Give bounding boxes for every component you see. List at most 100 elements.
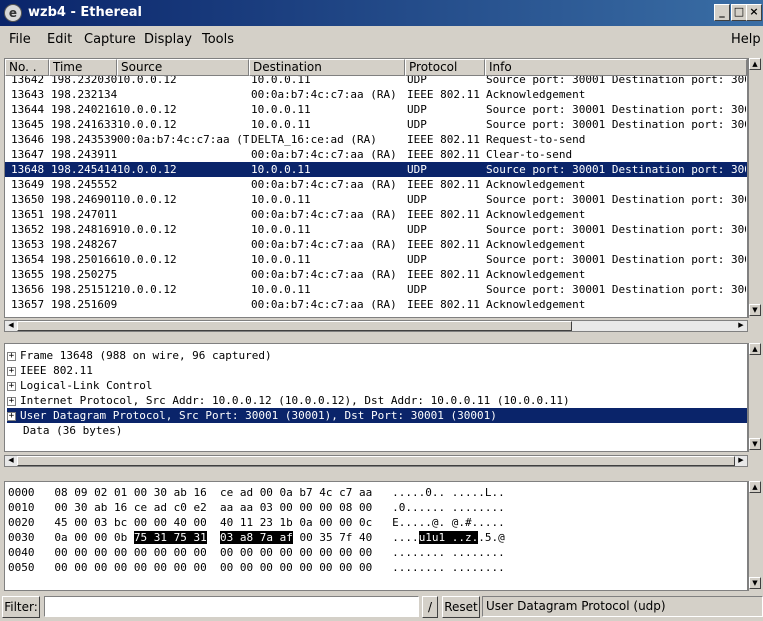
hex-line[interactable]: 0050 00 00 00 00 00 00 00 00 00 00 00 00…	[8, 560, 505, 575]
packet-row[interactable]: 13652 198.248169 10.0.0.12 10.0.0.11 UDP Sour…	[5, 222, 747, 237]
detail-tree-item[interactable]: + IEEE 802.11	[7, 363, 93, 378]
cell-time: 198.250275	[51, 268, 117, 281]
close-button[interactable]: ×	[746, 4, 762, 21]
scroll-left-arrow-icon[interactable]: ◀	[5, 320, 17, 332]
scroll-up-arrow-icon[interactable]: ▲	[749, 343, 761, 355]
packet-row[interactable]: 13642 198.232030 10.0.0.12 10.0.0.11 UDP Sour…	[5, 76, 747, 87]
detail-tree-item[interactable]: Data (36 bytes)	[7, 423, 122, 438]
packet-row[interactable]: 13651 198.247011 00:0a:b7:4c:c7:aa (RA) IEE…	[5, 207, 747, 222]
menu-tools[interactable]: Tools	[202, 32, 234, 47]
cell-proto: IEEE 802.11	[407, 148, 480, 161]
hex-line[interactable]: 0030 0a 00 00 0b 75 31 75 31 03 a8 7a af…	[8, 530, 505, 545]
hscroll-thumb[interactable]	[17, 456, 735, 466]
scroll-up-arrow-icon[interactable]: ▲	[749, 58, 761, 70]
filter-apply-button[interactable]: /	[422, 596, 438, 618]
hex-line[interactable]: 0040 00 00 00 00 00 00 00 00 00 00 00 00…	[8, 545, 505, 560]
detail-tree-item[interactable]: + Logical-Link Control	[7, 378, 152, 393]
hscroll-thumb[interactable]	[17, 321, 572, 331]
cell-dst: 00:0a:b7:4c:c7:aa (RA)	[251, 238, 397, 251]
packet-row[interactable]: 13646 198.243539 00:0a:b7:4c:c7:aa (TA DELT…	[5, 132, 747, 147]
hex-ascii: .5.@	[478, 531, 505, 544]
packet-row[interactable]: 13649 198.245552 00:0a:b7:4c:c7:aa (RA) IEE…	[5, 177, 747, 192]
maximize-button[interactable]: □	[731, 4, 747, 21]
reset-button[interactable]: Reset	[442, 596, 480, 618]
packet-list-hscrollbar[interactable]: ◀ ▶	[4, 320, 748, 332]
cell-dst: 00:0a:b7:4c:c7:aa (RA)	[251, 178, 397, 191]
packet-list-vscrollbar[interactable]: ▲ ▼	[748, 58, 761, 318]
cell-info: Acknowledgement	[486, 178, 586, 191]
packet-row[interactable]: 13654 198.250166 10.0.0.12 10.0.0.11 UDP Sour…	[5, 252, 747, 267]
hex-bytes: 08 09 02 01 00 30 ab 16	[54, 486, 207, 499]
menu-edit[interactable]: Edit	[47, 32, 72, 47]
column-source[interactable]: Source	[117, 59, 249, 76]
column-time[interactable]: Time	[49, 59, 117, 76]
expand-plus-icon[interactable]: +	[7, 381, 16, 391]
scroll-right-arrow-icon[interactable]: ▶	[735, 320, 747, 332]
packet-row[interactable]: 13650 198.246901 10.0.0.12 10.0.0.11 UDP Sour…	[5, 192, 747, 207]
cell-proto: UDP	[407, 223, 427, 236]
cell-dst: 10.0.0.11	[251, 223, 311, 236]
column-destination[interactable]: Destination	[249, 59, 405, 76]
filter-label-button[interactable]: Filter:	[2, 596, 40, 618]
details-hscrollbar[interactable]: ◀ ▶	[4, 455, 748, 467]
cell-proto: UDP	[407, 193, 427, 206]
packet-row[interactable]: 13644 198.240216 10.0.0.12 10.0.0.11 UDP Sour…	[5, 102, 747, 117]
packet-row[interactable]: 13656 198.251512 10.0.0.12 10.0.0.11 UDP Sour…	[5, 282, 747, 297]
hex-line[interactable]: 0000 08 09 02 01 00 30 ab 16 ce ad 00 0a…	[8, 485, 505, 500]
scroll-up-arrow-icon[interactable]: ▲	[749, 481, 761, 493]
scroll-down-arrow-icon[interactable]: ▼	[749, 438, 761, 450]
menu-capture[interactable]: Capture	[84, 32, 136, 47]
column-no[interactable]: No. .	[5, 59, 49, 76]
cell-info: Source port: 30001 Destination port: 300…	[486, 103, 746, 116]
expand-plus-icon[interactable]: +	[7, 351, 16, 361]
expand-plus-icon[interactable]: +	[7, 396, 16, 406]
scroll-left-arrow-icon[interactable]: ◀	[5, 455, 17, 467]
cell-time: 198.245552	[51, 178, 117, 191]
cell-src: 10.0.0.12	[117, 76, 177, 86]
cell-no: 13654	[11, 253, 45, 266]
detail-tree-item[interactable]: + Internet Protocol, Src Addr: 10.0.0.12 …	[7, 393, 570, 408]
filter-input[interactable]	[44, 596, 419, 617]
cell-no: 13650	[11, 193, 45, 206]
status-bar: User Datagram Protocol (udp)	[482, 596, 763, 617]
detail-text: IEEE 802.11	[20, 364, 93, 377]
column-info[interactable]: Info	[485, 59, 747, 76]
minimize-button[interactable]: _	[714, 4, 730, 21]
packet-row[interactable]: 13657 198.251609 00:0a:b7:4c:c7:aa (RA) IEE…	[5, 297, 747, 312]
packet-row[interactable]: 13655 198.250275 00:0a:b7:4c:c7:aa (RA) IEE…	[5, 267, 747, 282]
hex-ascii-highlighted: u1u1 ..z.	[418, 531, 479, 544]
column-protocol[interactable]: Protocol	[405, 59, 485, 76]
packet-row[interactable]: 13647 198.243911 00:0a:b7:4c:c7:aa (RA) IEE…	[5, 147, 747, 162]
scroll-down-arrow-icon[interactable]: ▼	[749, 577, 761, 589]
packet-rows: 13642 198.232030 10.0.0.12 10.0.0.11 UDP Sour…	[5, 76, 747, 317]
detail-tree-item[interactable]: + User Datagram Protocol, Src Port: 30001…	[7, 408, 747, 423]
expand-plus-icon[interactable]: +	[7, 411, 16, 421]
detail-text: User Datagram Protocol, Src Port: 30001 …	[20, 409, 497, 422]
cell-time: 198.243539	[51, 133, 117, 146]
cell-time: 198.247011	[51, 208, 117, 221]
packet-row[interactable]: 13645 198.241633 10.0.0.12 10.0.0.11 UDP Sour…	[5, 117, 747, 132]
hex-line[interactable]: 0020 45 00 03 bc 00 00 40 00 40 11 23 1b…	[8, 515, 505, 530]
menu-display[interactable]: Display	[144, 32, 192, 47]
scroll-right-arrow-icon[interactable]: ▶	[735, 455, 747, 467]
packet-row[interactable]: 13653 198.248267 00:0a:b7:4c:c7:aa (RA) IEE…	[5, 237, 747, 252]
hex-line[interactable]: 0010 00 30 ab 16 ce ad c0 e2 aa aa 03 00…	[8, 500, 505, 515]
packet-row[interactable]: 13643 198.232134 00:0a:b7:4c:c7:aa (RA) IEE…	[5, 87, 747, 102]
cell-info: Clear-to-send	[486, 148, 573, 161]
cell-src: 10.0.0.12	[117, 253, 177, 266]
cell-info: Source port: 30001 Destination port: 300…	[486, 193, 746, 206]
detail-tree-item[interactable]: + Frame 13648 (988 on wire, 96 captured)	[7, 348, 272, 363]
details-vscrollbar[interactable]: ▲ ▼	[748, 343, 761, 452]
hex-bytes: 00 00 00 00 00 00 00 00	[219, 546, 373, 559]
hex-bytes: 00 00 00 00 00 00 00 00	[54, 561, 207, 574]
menu-file[interactable]: File	[9, 32, 31, 47]
cell-proto: IEEE 802.11	[407, 268, 480, 281]
hex-ascii: ........ ........	[392, 546, 505, 559]
hex-vscrollbar[interactable]: ▲ ▼	[748, 481, 761, 591]
packet-row[interactable]: 13648 198.245414 10.0.0.12 10.0.0.11 UDP Sour…	[5, 162, 747, 177]
menu-help[interactable]: Help	[731, 32, 761, 47]
hex-dump-pane: 0000 08 09 02 01 00 30 ab 16 ce ad 00 0a…	[4, 481, 748, 591]
expand-plus-icon[interactable]: +	[7, 366, 16, 376]
scroll-down-arrow-icon[interactable]: ▼	[749, 304, 761, 316]
cell-time: 198.248267	[51, 238, 117, 251]
